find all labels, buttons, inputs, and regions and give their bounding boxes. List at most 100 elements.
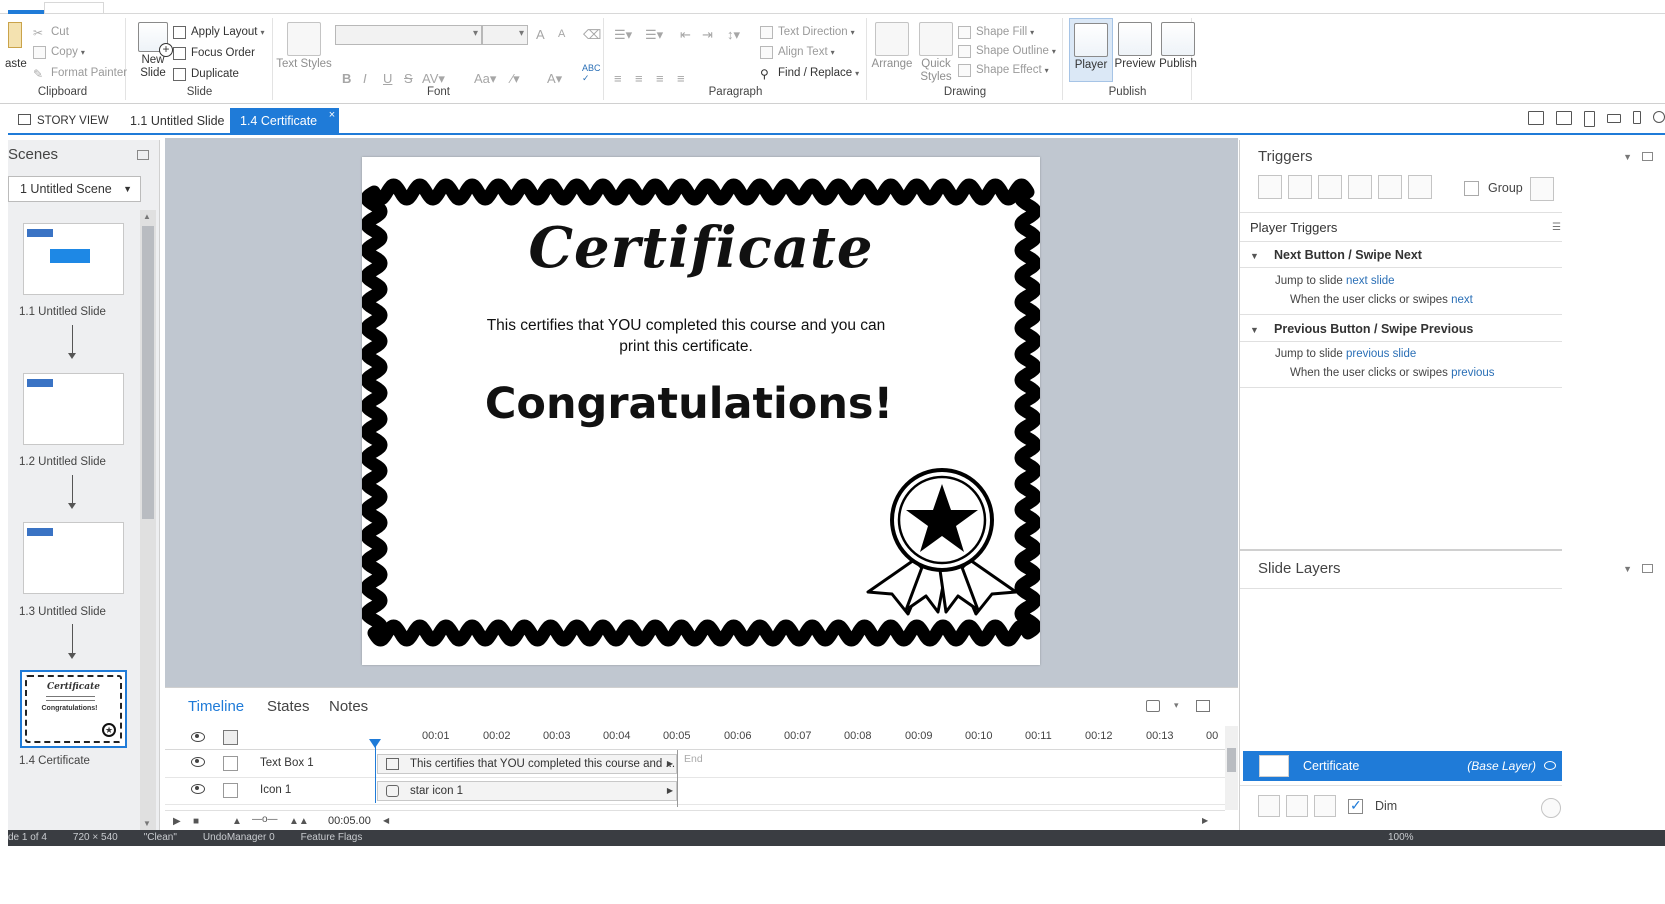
certificate-body-text[interactable]: This certifies that YOU completed this c… [472,315,900,357]
restore-icon[interactable] [137,150,149,160]
slide-thumbnail-4[interactable]: Certificate Congratulations! ★ [20,670,127,748]
text-direction-button[interactable]: Text Direction ▾ [760,23,855,41]
lock-toggle[interactable] [223,783,238,798]
find-replace-button[interactable]: ⚲ Find / Replace ▾ [760,64,859,82]
slide-thumbnail-1[interactable] [23,223,124,295]
new-layer-icon[interactable] [1258,795,1280,817]
scroll-up-icon[interactable]: ▲ [143,212,151,221]
chevron-down-icon[interactable]: ▼ [1623,564,1632,574]
highlight-icon[interactable]: ⁄▾ [511,71,520,87]
align-center-icon[interactable]: ≡ [635,71,643,86]
restore-icon[interactable] [1196,700,1210,712]
shrink-font-icon[interactable]: A [558,28,565,40]
eye-icon[interactable] [191,732,205,742]
group-checkbox[interactable] [1464,181,1479,196]
variables-icon[interactable] [1530,177,1554,201]
gear-icon[interactable] [1541,798,1561,818]
eye-icon[interactable] [1544,761,1556,770]
reorder-trigger-icon[interactable] [1408,175,1432,199]
change-case-icon[interactable]: Aa▾ [474,71,496,87]
trigger-action-link[interactable]: previous slide [1346,348,1416,360]
close-icon[interactable]: × [329,102,335,128]
align-right-icon[interactable]: ≡ [656,71,664,86]
scroll-thumb[interactable] [1227,748,1236,772]
gear-icon[interactable] [1653,111,1665,123]
scroll-right-icon[interactable]: ▶ [1202,816,1208,825]
timeline-row-name[interactable]: Text Box 1 [260,757,314,769]
trigger-condition-previous[interactable]: When the user clicks or swipes previous [1290,367,1495,379]
paste-button[interactable] [8,22,27,48]
quick-styles-button[interactable]: Quick Styles [914,18,958,84]
play-icon[interactable]: ▶ [173,816,181,827]
paste-label[interactable]: aste [5,55,27,73]
tab-certificate[interactable]: 1.4 Certificate × [230,108,340,134]
restore-icon[interactable] [1642,152,1653,161]
edit-trigger-icon[interactable] [1288,175,1312,199]
scroll-left-icon[interactable]: ◀ [383,816,389,825]
preview-button[interactable]: Preview [1113,18,1157,70]
tab-timeline[interactable]: Timeline [188,698,244,715]
text-styles-button[interactable]: Text Styles [276,18,332,70]
congratulations-heading[interactable]: Congratulations! [362,379,1016,429]
timeline-settings-icon[interactable] [1146,700,1160,712]
tab-untitled-slide[interactable]: 1.1 Untitled Slide [120,108,235,134]
bullets-icon[interactable]: ☰▾ [614,27,632,43]
timeline-end-marker[interactable]: End [684,753,703,765]
certificate-slide[interactable]: Certificate This certifies that YOU comp… [362,157,1040,665]
tablet-portrait-icon[interactable] [1584,111,1595,127]
scroll-thumb[interactable] [142,226,154,519]
desktop-view-icon[interactable] [1528,111,1544,125]
restore-icon[interactable] [1642,564,1653,573]
copy-button[interactable]: Copy ▾ [33,43,85,61]
character-spacing-icon[interactable]: AV▾ [422,71,445,87]
timeline-scrollbar[interactable] [1225,726,1238,810]
stop-icon[interactable]: ■ [193,816,199,827]
tab-story-view[interactable]: STORY VIEW [8,108,119,134]
underline-icon[interactable]: U [383,71,392,86]
justify-icon[interactable]: ≡ [677,71,685,86]
line-spacing-icon[interactable]: ↕▾ [727,27,740,43]
player-button[interactable]: Player [1069,18,1113,82]
decrease-indent-icon[interactable]: ⇤ [680,27,691,43]
trigger-action-previous[interactable]: Jump to slide previous slide [1275,348,1416,360]
dim-checkbox[interactable] [1348,797,1363,814]
zoom-in-icon[interactable]: ▲▲ [289,816,309,827]
chevron-down-icon[interactable]: ▼ [1623,152,1632,162]
copy-trigger-icon[interactable] [1318,175,1342,199]
timeline-row-name[interactable]: Icon 1 [260,784,291,796]
numbering-icon[interactable]: ☰▾ [645,27,663,43]
chevron-down-icon[interactable]: ▾ [1174,700,1182,712]
slide-thumbnail-2[interactable] [23,373,124,445]
duplicate-layer-icon[interactable] [1286,795,1308,817]
timeline-duration[interactable]: 00:05.00 [328,815,371,827]
new-slide-button[interactable]: + New Slide [131,18,175,80]
trigger-group-previous[interactable]: Previous Button / Swipe Previous [1274,322,1473,336]
trigger-group-next[interactable]: Next Button / Swipe Next [1274,248,1422,262]
arrange-button[interactable]: Arrange [870,18,914,70]
bold-icon[interactable]: B [342,71,351,86]
italic-icon[interactable]: I [363,71,367,86]
panel-divider[interactable] [1240,549,1562,551]
lock-toggle[interactable] [223,756,238,771]
lock-icon[interactable] [223,730,238,745]
increase-indent-icon[interactable]: ⇥ [702,27,713,43]
shape-fill-button[interactable]: Shape Fill ▾ [958,23,1034,41]
status-zoom[interactable]: 100% [1388,830,1414,846]
scroll-down-icon[interactable]: ▼ [143,819,151,828]
playhead[interactable] [369,739,381,803]
trigger-condition-next[interactable]: When the user clicks or swipes next [1290,294,1473,306]
eye-icon[interactable] [191,784,205,794]
delete-trigger-icon[interactable] [1378,175,1402,199]
duplicate-button[interactable]: Duplicate [173,65,239,83]
align-left-icon[interactable]: ≡ [614,71,622,86]
publish-button[interactable]: Publish [1156,18,1200,70]
timeline-row-icon[interactable]: Icon 1 star icon 1 [165,778,1225,805]
tab-notes[interactable]: Notes [329,698,368,715]
format-painter-button[interactable]: ✎ Format Painter [33,64,127,82]
certificate-title[interactable]: Certificate [362,215,1040,281]
base-layer-row[interactable]: Certificate (Base Layer) [1243,751,1562,781]
zoom-out-icon[interactable]: ▲ [232,816,242,827]
tab-states[interactable]: States [267,698,310,715]
focus-order-button[interactable]: Focus Order [173,44,255,62]
collapse-all-icon[interactable]: ☰ [1552,222,1561,233]
